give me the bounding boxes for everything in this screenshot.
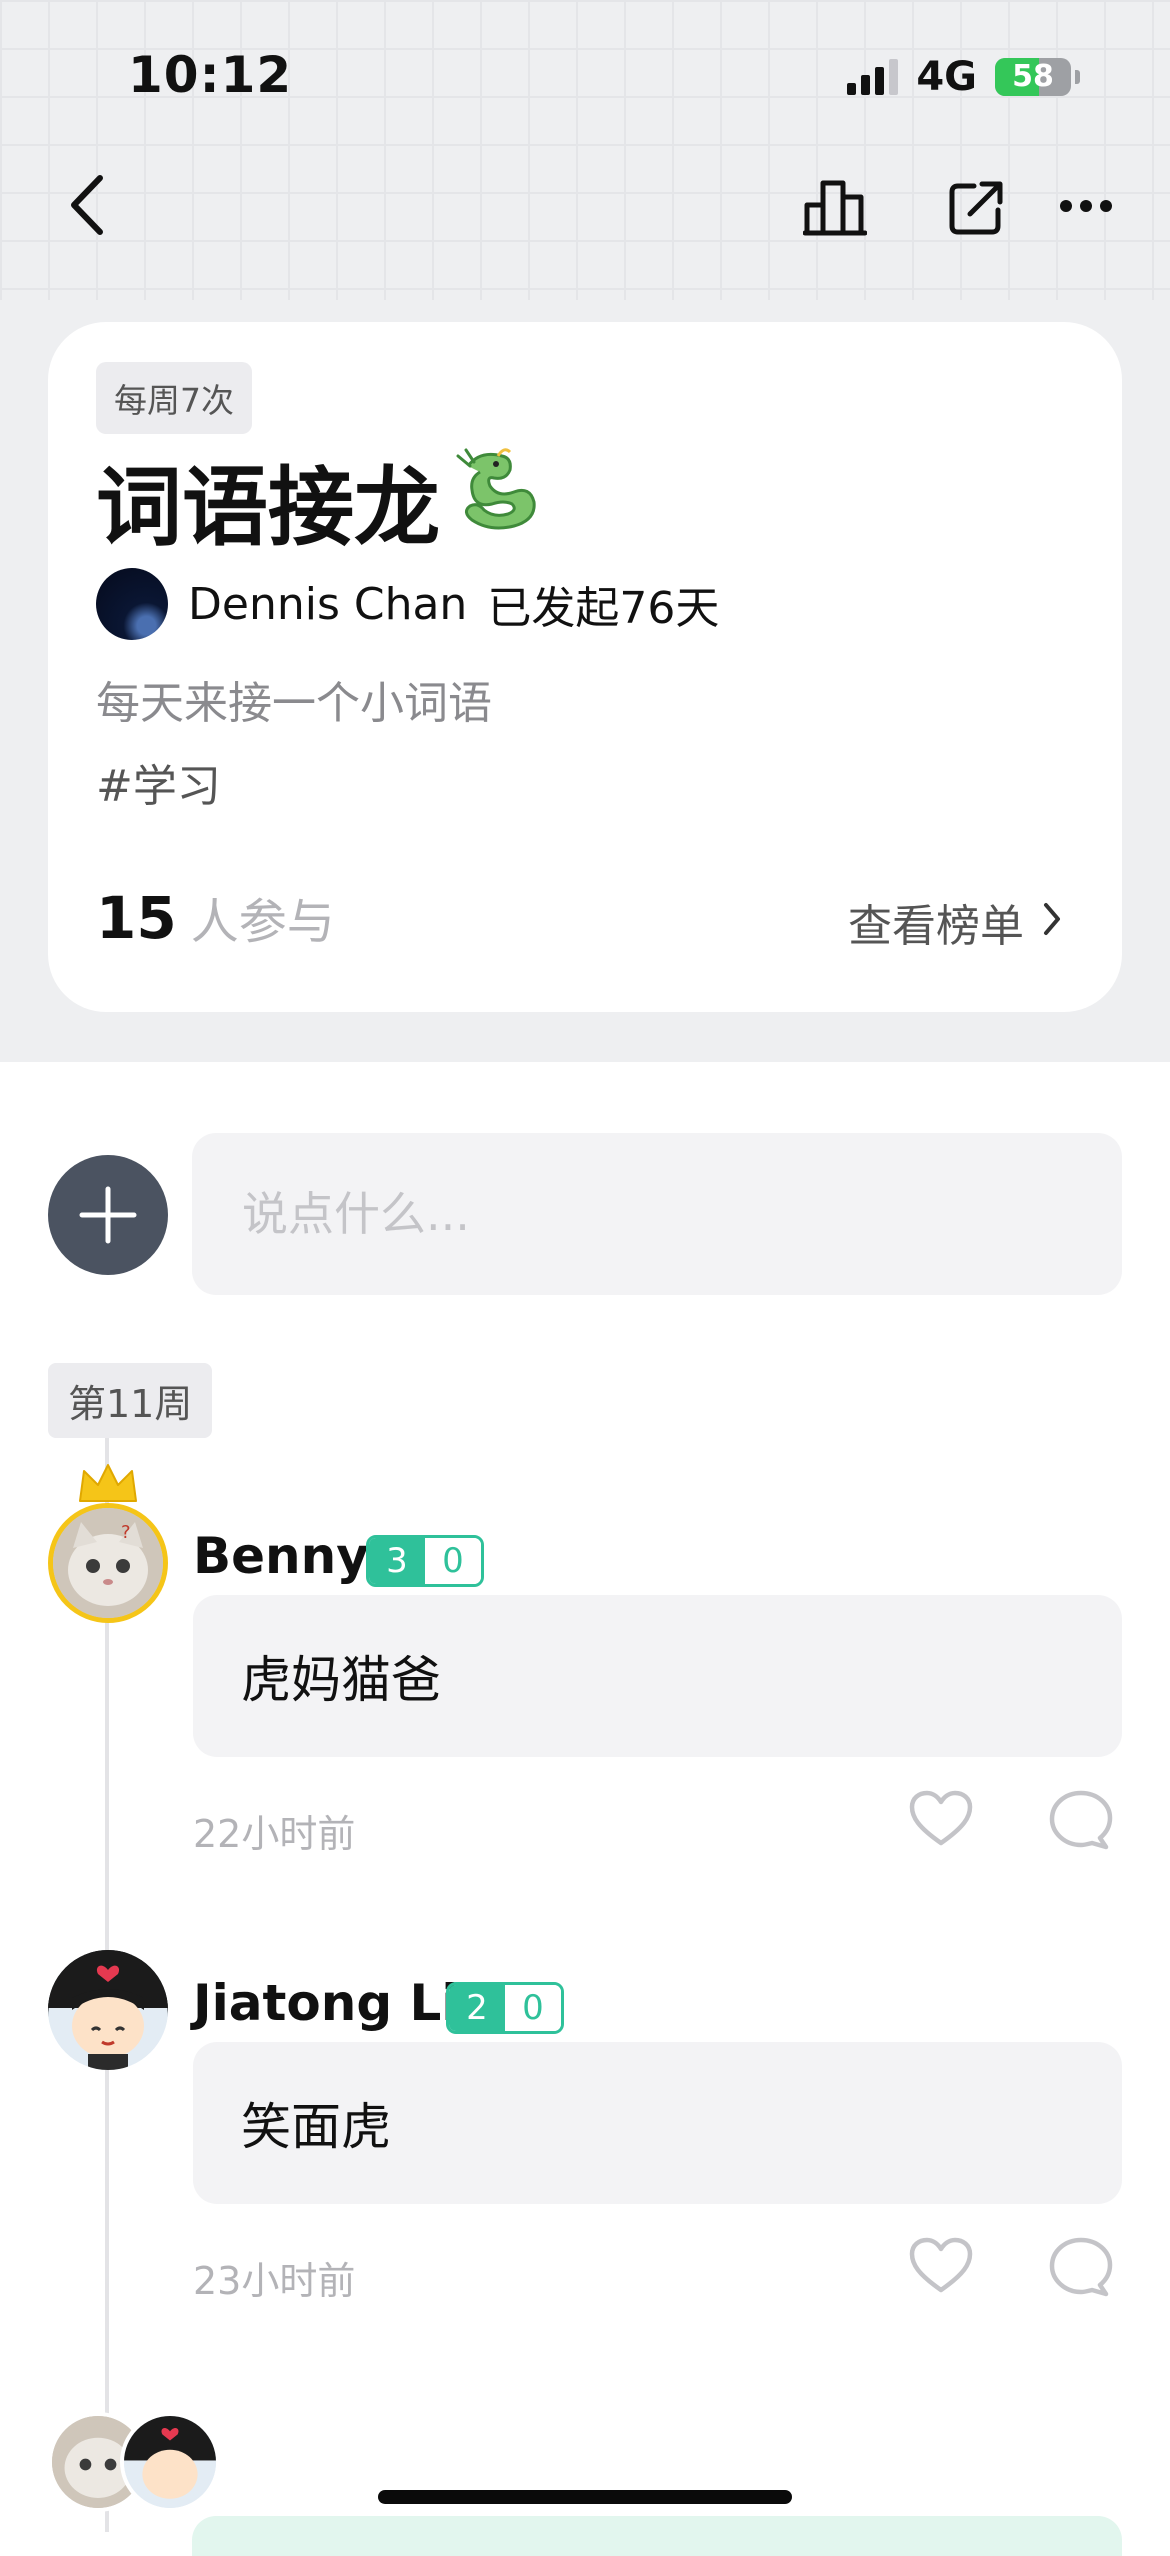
participants-count: 15 (96, 884, 177, 952)
challenge-title: 词语接龙 (96, 437, 540, 562)
plus-icon (79, 1186, 137, 1244)
leaderboard-label: 查看榜单 (848, 901, 1024, 952)
crown-icon (76, 1461, 140, 1511)
post-content-partial (192, 2516, 1122, 2556)
participants: 15 人参与 (96, 882, 335, 952)
title-text: 词语接龙 (96, 458, 440, 558)
top-nav (0, 160, 1170, 250)
add-button[interactable] (48, 1155, 168, 1275)
challenge-card: 每周7次 词语接龙 Dennis Chan 已发起76天 每天来接一个小词语 #… (48, 322, 1122, 1012)
author-row[interactable]: Dennis Chan 已发起76天 (96, 568, 719, 640)
comment-icon[interactable] (1048, 2236, 1114, 2302)
dragon-emoji-icon (450, 446, 540, 553)
status-icons: 4G 58 (847, 54, 1080, 100)
score-badge: 2 0 (446, 1982, 564, 2034)
group-avatars[interactable] (48, 2412, 220, 2512)
battery-level: 58 (1012, 59, 1054, 94)
comment-icon[interactable] (1048, 1789, 1114, 1855)
user-avatar[interactable] (48, 1950, 168, 2070)
author-avatar[interactable] (96, 568, 168, 640)
score-streak: 2 (449, 1985, 505, 2031)
share-icon[interactable] (944, 174, 1010, 240)
days-since-start: 已发起76天 (487, 583, 720, 634)
user-avatar[interactable]: ? (48, 1503, 168, 1623)
score-misses: 0 (505, 1985, 561, 2031)
author-name[interactable]: Dennis Chan (188, 579, 467, 630)
post-time: 22小时前 (193, 1812, 356, 1856)
score-badge: 3 0 (366, 1535, 484, 1587)
challenge-description: 每天来接一个小词语 (96, 678, 492, 729)
user-name[interactable]: Benny (193, 1527, 369, 1585)
participants-label: 人参与 (190, 894, 335, 950)
frequency-badge: 每周7次 (96, 362, 252, 434)
network-type: 4G (916, 54, 977, 100)
user-avatar (120, 2412, 220, 2512)
svg-text:?: ? (121, 1522, 131, 1543)
back-icon[interactable] (58, 172, 118, 238)
user-name[interactable]: Jiatong Li (193, 1974, 459, 2032)
comment-input[interactable] (192, 1133, 1122, 1295)
score-misses: 0 (425, 1538, 481, 1584)
view-leaderboard-link[interactable]: 查看榜单 (848, 890, 1062, 954)
week-label: 第11周 (48, 1363, 213, 1438)
post-content: 虎妈猫爸 (193, 1595, 1122, 1757)
home-indicator (378, 2490, 792, 2504)
score-streak: 3 (369, 1538, 425, 1584)
post-content: 笑面虎 (193, 2042, 1122, 2204)
like-icon[interactable] (908, 1789, 974, 1853)
chevron-right-icon (1042, 897, 1062, 948)
post-time: 23小时前 (193, 2259, 356, 2303)
battery-icon: 58 (995, 58, 1071, 96)
status-time: 10:12 (128, 46, 293, 104)
signal-icon (847, 59, 899, 95)
like-icon[interactable] (908, 2236, 974, 2300)
ranking-icon[interactable] (800, 174, 870, 240)
more-icon[interactable] (1056, 184, 1116, 228)
topic-tag[interactable]: #学习 (96, 750, 221, 814)
